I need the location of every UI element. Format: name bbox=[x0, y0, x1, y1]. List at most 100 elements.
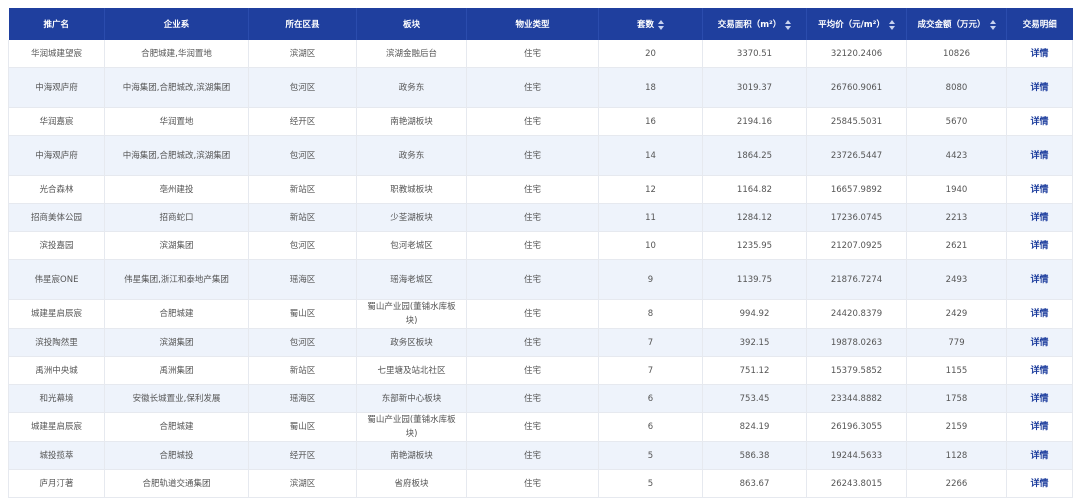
cell-text: 禹洲集团 bbox=[159, 365, 194, 376]
cell-text: 10 bbox=[645, 240, 656, 251]
cell-text: 2493 bbox=[945, 274, 968, 285]
column-header[interactable]: 套数 bbox=[598, 8, 703, 40]
column-header[interactable]: 交易面积（m²） bbox=[702, 8, 807, 40]
cell-text: 政务东 bbox=[398, 82, 425, 93]
cell-text: 6 bbox=[647, 422, 654, 432]
cell-text: 蜀山产业园(董铺水库板块) bbox=[367, 302, 456, 326]
cell-text: 2429 bbox=[945, 309, 968, 319]
table-cell: 1155 bbox=[906, 356, 1007, 385]
column-header: 交易明细 bbox=[1006, 8, 1073, 40]
table-cell: 住宅 bbox=[466, 107, 599, 136]
cell-text: 6 bbox=[647, 393, 654, 404]
cell-text: 城建星启辰宸 bbox=[30, 422, 82, 432]
table-cell: 庐月汀著 bbox=[8, 469, 105, 498]
table-cell: 18 bbox=[598, 67, 703, 108]
table-cell: 1235.95 bbox=[702, 231, 807, 260]
table-cell: 蜀山产业园(董铺水库板块) bbox=[356, 412, 467, 442]
sort-icon[interactable] bbox=[785, 19, 792, 30]
detail-link[interactable]: 详情 bbox=[1030, 366, 1048, 376]
cell-text: 20 bbox=[645, 48, 656, 59]
sort-icon[interactable] bbox=[888, 19, 895, 30]
table-cell: 14 bbox=[598, 135, 703, 176]
table-cell: 住宅 bbox=[466, 231, 599, 260]
detail-link[interactable]: 详情 bbox=[1030, 338, 1048, 348]
table-cell: 城投揽萃 bbox=[8, 441, 105, 470]
detail-link[interactable]: 详情 bbox=[1030, 241, 1048, 251]
cell-text: 合肥城投 bbox=[159, 450, 194, 461]
cell-text: 亳州建投 bbox=[159, 184, 194, 195]
cell-text: 新站区 bbox=[289, 212, 316, 223]
cell-text: 3370.51 bbox=[736, 48, 773, 59]
detail-link[interactable]: 详情 bbox=[1030, 151, 1048, 161]
table-cell: 滨湖区 bbox=[248, 40, 357, 68]
table-cell: 包河老城区 bbox=[356, 231, 467, 260]
cell-text: 586.38 bbox=[739, 450, 770, 461]
detail-link[interactable]: 详情 bbox=[1030, 275, 1048, 285]
column-header[interactable]: 平均价（元/m²） bbox=[806, 8, 907, 40]
table-row: 城建星启辰宸 合肥城建 蜀山区 蜀山产业园(董铺水库板块) 住宅 6 824.19 26196… bbox=[8, 412, 1073, 442]
table-cell: 滨湖集团 bbox=[104, 328, 249, 357]
cell-text: 住宅 bbox=[523, 82, 541, 93]
cell-text: 2266 bbox=[945, 478, 968, 489]
table-cell: 7 bbox=[598, 356, 703, 385]
table-cell: 392.15 bbox=[702, 328, 807, 357]
cell-text: 14 bbox=[645, 150, 656, 161]
detail-link[interactable]: 详情 bbox=[1030, 49, 1048, 59]
cell-text: 11 bbox=[645, 212, 656, 223]
table-cell: 伟星集团,浙江和泰地产集团 bbox=[104, 259, 249, 300]
detail-link[interactable]: 详情 bbox=[1030, 309, 1048, 319]
column-header-label: 套数 bbox=[636, 20, 654, 30]
cell-text: 1155 bbox=[945, 365, 968, 376]
table-cell: 包河区 bbox=[248, 328, 357, 357]
detail-link[interactable]: 详情 bbox=[1030, 185, 1048, 195]
cell-text: 10826 bbox=[942, 48, 971, 59]
cell-text: 中海集团,合肥城改,滨湖集团 bbox=[122, 82, 231, 93]
table-cell: 21207.0925 bbox=[806, 231, 907, 260]
cell-text: 2159 bbox=[945, 422, 968, 432]
detail-link[interactable]: 详情 bbox=[1030, 422, 1048, 432]
table-cell: 9 bbox=[598, 259, 703, 300]
table-cell: 6 bbox=[598, 412, 703, 442]
table-cell: 和光幕境 bbox=[8, 384, 105, 413]
column-header: 推广名 bbox=[8, 8, 105, 40]
column-header[interactable]: 成交金额（万元） bbox=[906, 8, 1007, 40]
cell-text: 蜀山产业园(董铺水库板块) bbox=[367, 415, 456, 439]
table-cell: 19244.5633 bbox=[806, 441, 907, 470]
cell-text: 滨湖区 bbox=[289, 48, 316, 59]
detail-link[interactable]: 详情 bbox=[1030, 479, 1048, 489]
table-cell: 10826 bbox=[906, 40, 1007, 68]
table-cell: 5 bbox=[598, 469, 703, 498]
column-header-label: 企业系 bbox=[163, 20, 190, 30]
sort-icon[interactable] bbox=[989, 19, 996, 30]
cell-text: 5 bbox=[647, 478, 654, 489]
table-cell: 安徽长城置业,保利发展 bbox=[104, 384, 249, 413]
detail-link[interactable]: 详情 bbox=[1030, 451, 1048, 461]
cell-text: 光合森林 bbox=[39, 184, 74, 195]
cell-text: 26243.8015 bbox=[830, 478, 883, 489]
cell-text: 伟星宸ONE bbox=[34, 274, 79, 285]
table-row: 光合森林 亳州建投 新站区 职教城板块 住宅 12 1164.82 16657.9892 194… bbox=[8, 175, 1073, 204]
detail-link[interactable]: 详情 bbox=[1030, 394, 1048, 404]
column-header-label: 成交金额（万元） bbox=[917, 20, 986, 30]
cell-text: 1139.75 bbox=[736, 274, 773, 285]
column-header-label: 所在区县 bbox=[285, 20, 320, 30]
detail-cell: 详情 bbox=[1006, 135, 1073, 176]
cell-text: 18 bbox=[645, 82, 656, 93]
cell-text: 2194.16 bbox=[736, 116, 773, 127]
detail-link[interactable]: 详情 bbox=[1030, 213, 1048, 223]
table-cell: 20 bbox=[598, 40, 703, 68]
table-cell: 政务区板块 bbox=[356, 328, 467, 357]
cell-text: 863.67 bbox=[739, 478, 770, 489]
table-cell: 经开区 bbox=[248, 107, 357, 136]
sort-icon[interactable] bbox=[658, 19, 664, 30]
table-row: 华润嘉宸 华润置地 经开区 南艳湖板块 住宅 16 2194.16 25845.5031 567… bbox=[8, 107, 1073, 136]
table-body: 华润城建望宸 合肥城建,华润置地 滨湖区 滨湖金融后台 住宅 20 3370.51 32120… bbox=[8, 40, 1073, 498]
detail-link[interactable]: 详情 bbox=[1030, 117, 1048, 127]
table-cell: 1164.82 bbox=[702, 175, 807, 204]
cell-text: 瑶海老城区 bbox=[390, 274, 433, 285]
detail-link[interactable]: 详情 bbox=[1030, 83, 1048, 93]
column-header-label: 交易面积（m²） bbox=[717, 20, 782, 30]
table-cell: 16657.9892 bbox=[806, 175, 907, 204]
cell-text: 滨湖区 bbox=[289, 478, 316, 489]
table-cell: 8080 bbox=[906, 67, 1007, 108]
